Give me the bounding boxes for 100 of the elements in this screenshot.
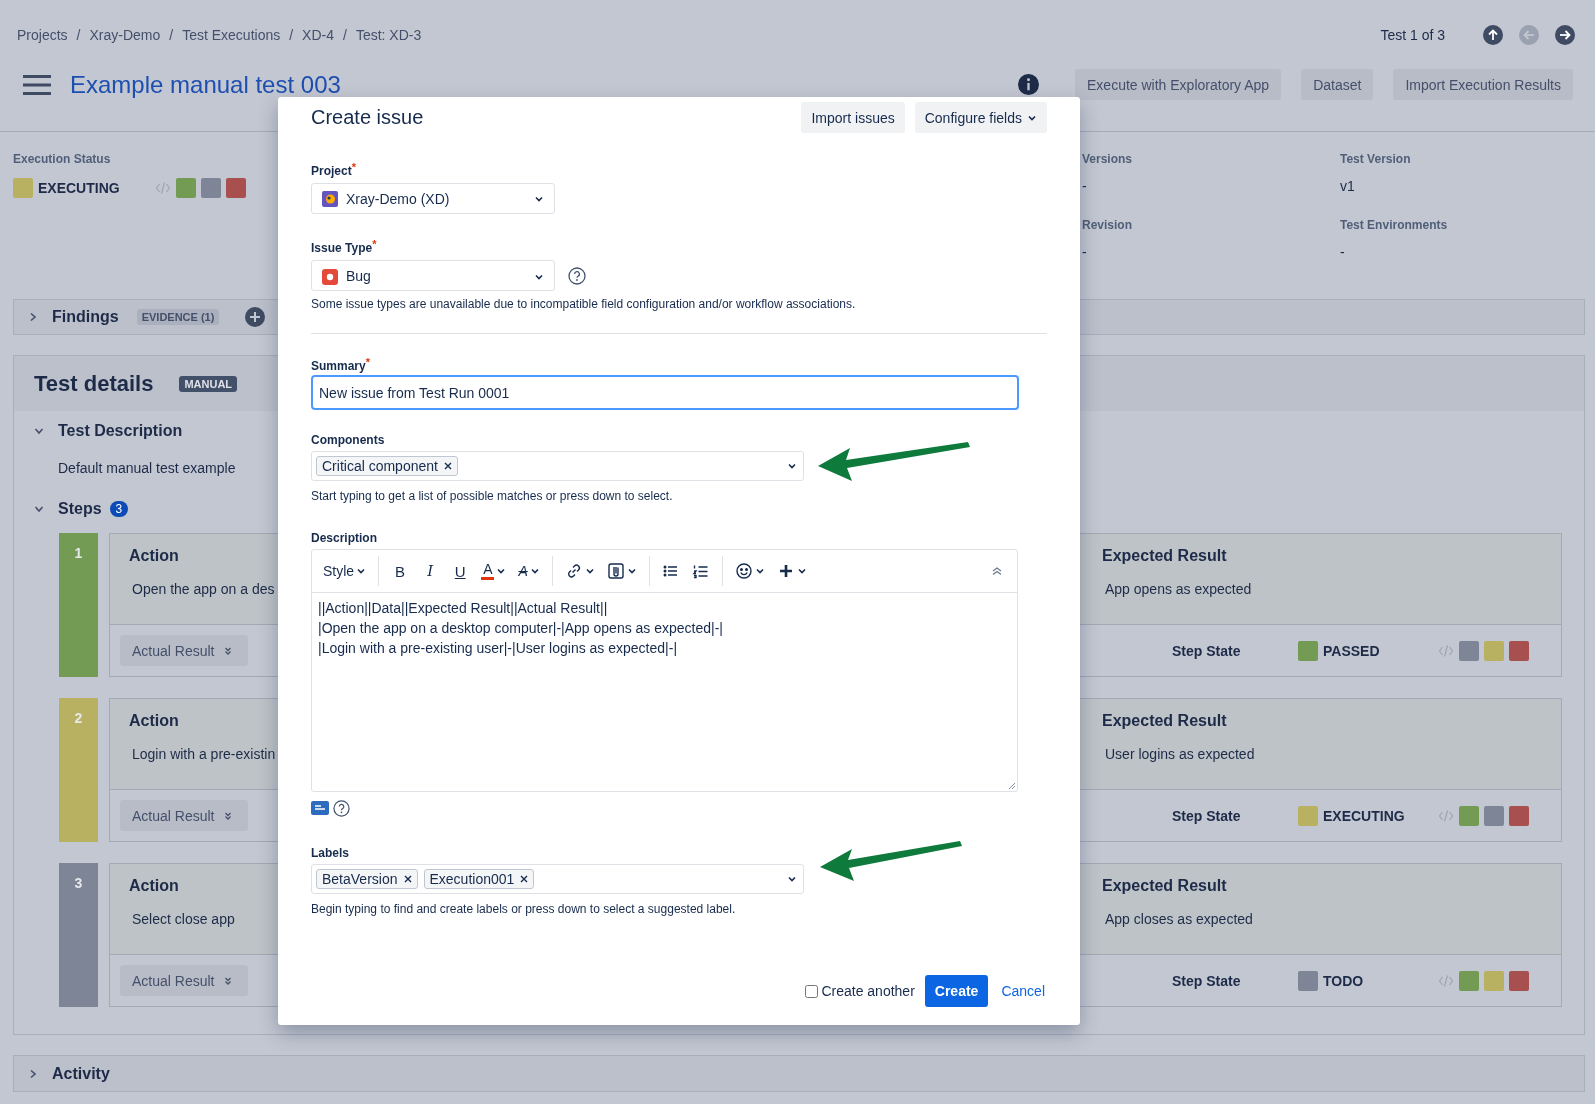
labels-field[interactable]: BetaVersion Execution001 <box>311 864 804 894</box>
dialog-header-button[interactable]: Import issues <box>801 102 905 133</box>
text-color-button[interactable]: A <box>476 556 512 586</box>
chevron-icon[interactable] <box>34 504 44 514</box>
expand-icon <box>224 645 233 656</box>
subsection-title: Steps <box>58 500 102 518</box>
status-option[interactable] <box>1509 805 1529 826</box>
column-heading: Action <box>129 877 179 895</box>
caret-icon <box>787 874 797 884</box>
actual-result-button[interactable]: Actual Result <box>120 800 248 831</box>
pager-text: Test 1 of 3 <box>1380 27 1445 43</box>
components-field[interactable]: Critical component <box>311 451 804 481</box>
description-field[interactable]: ||Action||Data||Expected Result||Actual Result|| |Open the app on a desktop computer|-|App opens as expected|-| |Login with a pre-existing user|-|User logins as expected|-| <box>312 593 1017 663</box>
column-heading: Expected Result <box>1102 877 1227 895</box>
field-label: Execution Status <box>13 152 111 168</box>
chevron-icon[interactable] <box>28 312 38 322</box>
info-icon[interactable] <box>1018 74 1039 95</box>
breadcrumb-link[interactable]: Test: XD-3 <box>355 27 422 43</box>
field-label: Test Environments <box>1340 218 1448 234</box>
status-option[interactable] <box>225 178 246 198</box>
resize-handle-icon[interactable] <box>1008 782 1016 790</box>
subsection-title: Test Description <box>58 422 183 440</box>
add-icon[interactable] <box>245 307 266 327</box>
step-action: Select close app <box>132 911 235 927</box>
collapse-icon[interactable] <box>991 566 1003 576</box>
bold-button[interactable]: B <box>386 556 415 586</box>
step-number: 3 <box>59 863 98 1007</box>
cancel-link[interactable]: Cancel <box>1001 983 1045 999</box>
manual-badge: MANUAL <box>179 375 238 392</box>
help-icon[interactable] <box>568 266 586 285</box>
create-button[interactable]: Create <box>924 975 989 1007</box>
field-value: - <box>1082 244 1087 262</box>
column-heading: Action <box>129 712 179 730</box>
description-text: Default manual test example <box>58 460 236 478</box>
menu-icon[interactable] <box>23 74 51 95</box>
label-tag[interactable]: BetaVersion <box>316 869 418 889</box>
remove-icon[interactable] <box>403 875 412 883</box>
field-value: - <box>1340 244 1345 262</box>
column-heading: Action <box>129 547 179 565</box>
field-label: Labels <box>311 846 349 862</box>
header-button[interactable]: Import Execution Results <box>1393 69 1573 100</box>
text-size-button[interactable]: A <box>513 556 545 586</box>
arrow-button-icon[interactable] <box>1483 25 1503 45</box>
breadcrumb-separator: / <box>343 27 347 43</box>
italic-button[interactable]: I <box>416 556 445 586</box>
label-tag[interactable]: Execution001 <box>423 869 535 889</box>
breadcrumb-link[interactable]: Projects <box>17 27 68 43</box>
field-label: Components <box>311 433 385 449</box>
field-label: Versions <box>1082 152 1133 168</box>
breadcrumb-separator: / <box>289 27 294 43</box>
column-heading: Expected Result <box>1102 712 1227 730</box>
header-button[interactable]: Execute with Exploratory App <box>1075 69 1282 100</box>
count-badge: 3 <box>109 501 129 517</box>
caret-icon <box>796 566 807 576</box>
style-dropdown[interactable]: Style <box>318 556 372 586</box>
status-value: TODO <box>1323 972 1364 989</box>
breadcrumb-link[interactable]: Test Executions <box>182 27 281 43</box>
status-option[interactable] <box>1509 640 1529 661</box>
field-note: Some issue types are unavailable due to incompatible field configuration and/or workflow associations. <box>311 297 856 311</box>
section-title[interactable]: Activity <box>52 1064 110 1083</box>
evidence-badge: EVIDENCE (1) <box>136 309 220 325</box>
arrow-button-icon[interactable] <box>1555 25 1575 45</box>
field-value: - <box>1082 178 1087 196</box>
caret-icon <box>496 566 507 576</box>
issue-type-select[interactable]: Bug <box>311 260 555 291</box>
step-action: Open the app on a des <box>132 581 275 597</box>
emoji-icon <box>734 562 753 580</box>
breadcrumb-link[interactable]: Xray-Demo <box>89 27 161 43</box>
caret-icon <box>529 566 540 576</box>
project-icon <box>322 190 338 207</box>
chevron-icon[interactable] <box>34 426 44 436</box>
expected-result: User logins as expected <box>1105 746 1255 762</box>
caret-icon <box>584 566 595 576</box>
markup-icon[interactable] <box>311 801 329 815</box>
underline-button[interactable]: U <box>446 556 475 586</box>
checkbox-label[interactable]: Create another <box>821 983 915 999</box>
expected-result: App opens as expected <box>1105 581 1252 597</box>
header-button[interactable]: Dataset <box>1301 69 1374 100</box>
project-select[interactable]: Xray-Demo (XD) <box>311 183 555 214</box>
help-icon[interactable] <box>333 799 350 817</box>
status-option[interactable] <box>1509 970 1529 991</box>
expand-icon <box>224 975 233 986</box>
field-hint: Start typing to get a list of possible matches or press down to select. <box>311 489 673 503</box>
breadcrumb-link[interactable]: XD-4 <box>302 27 334 43</box>
step-state-label: Step State <box>1172 972 1242 989</box>
chevron-icon[interactable] <box>28 1068 38 1079</box>
remove-icon[interactable] <box>520 875 529 883</box>
summary-field[interactable]: New issue from Test Run 0001 <box>311 375 1019 410</box>
status-value: EXECUTING <box>1323 807 1405 824</box>
page-title: Example manual test 003 <box>70 70 341 99</box>
remove-icon[interactable] <box>443 462 452 470</box>
component-tag[interactable]: Critical component <box>316 456 458 476</box>
expand-icon <box>224 810 233 821</box>
actual-result-button[interactable]: Actual Result <box>120 965 248 996</box>
section-title[interactable]: Findings <box>52 308 119 326</box>
caret-icon <box>534 272 544 282</box>
actual-result-button[interactable]: Actual Result <box>120 635 248 666</box>
field-label: Test Version <box>1340 152 1411 168</box>
dialog-header-button[interactable]: Configure fields <box>914 102 1047 133</box>
create-another-checkbox[interactable] <box>805 984 819 998</box>
